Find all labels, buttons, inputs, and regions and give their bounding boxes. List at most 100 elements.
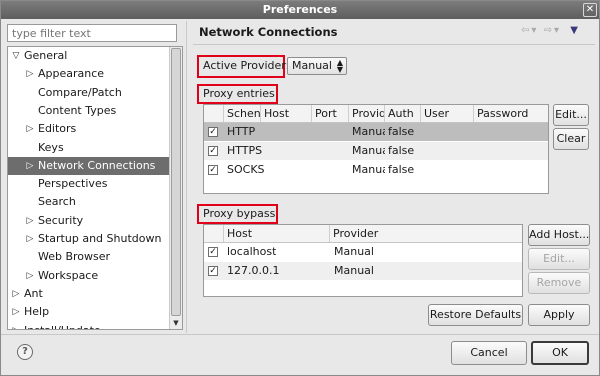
column-header[interactable]: Auth <box>385 105 421 122</box>
column-header[interactable]: Host <box>224 225 330 242</box>
cell-provider: Manua <box>352 163 385 176</box>
cell-auth: false <box>388 163 415 176</box>
collapse-arrow-icon[interactable]: ▷ <box>25 230 35 248</box>
row-checkbox[interactable]: ✓ <box>208 266 218 276</box>
row-checkbox[interactable]: ✓ <box>208 165 218 175</box>
expand-arrow-icon[interactable]: ▽ <box>11 47 21 65</box>
tree-item[interactable]: ▷ Workspace <box>8 267 170 285</box>
tree-item[interactable]: Perspectives <box>8 175 170 193</box>
cancel-button[interactable]: Cancel <box>451 341 527 365</box>
tree-item[interactable]: Content Types <box>8 102 170 120</box>
tree-item[interactable]: ▷ Ant <box>8 285 170 303</box>
preferences-window: Preferences ✕ ▽General▷AppearanceCompare… <box>0 0 600 376</box>
preference-tree[interactable]: ▽ General ▷ Appearance Compare/Patch Content … <box>7 46 183 330</box>
filter-input[interactable] <box>7 24 177 42</box>
column-header[interactable]: Schen <box>224 105 261 122</box>
column-header-check[interactable] <box>204 225 224 242</box>
tree-item[interactable]: Compare/Patch <box>8 84 170 102</box>
table-header: Schen Host Port Provid Auth User Passwor… <box>204 105 548 123</box>
column-header-check[interactable] <box>204 105 224 122</box>
tree-item[interactable]: Keys <box>8 139 170 157</box>
title-separator <box>193 44 595 45</box>
tree-item[interactable]: Search <box>8 193 170 211</box>
edit-entry-button[interactable]: Edit... <box>553 104 589 126</box>
collapse-arrow-icon[interactable]: ▷ <box>25 120 35 138</box>
column-header[interactable]: Provid <box>349 105 385 122</box>
title-bar: Preferences ✕ <box>1 1 599 19</box>
cell-host: localhost <box>227 245 277 258</box>
ok-button[interactable]: OK <box>531 341 589 365</box>
collapse-arrow-icon[interactable]: ▷ <box>25 267 35 285</box>
proxy-bypass-label: Proxy bypass <box>203 207 276 220</box>
column-header[interactable]: User <box>421 105 474 122</box>
collapse-arrow-icon[interactable]: ▷ <box>25 212 35 230</box>
forward-arrow-icon[interactable]: ⇨▾ <box>544 25 561 36</box>
cell-host: 127.0.0.1 <box>227 264 280 277</box>
active-provider-label: Active Provider: <box>203 59 290 72</box>
collapse-arrow-icon[interactable]: ▷ <box>25 65 35 83</box>
table-row[interactable]: ✓ HTTPS Manuafalse <box>204 142 548 160</box>
row-checkbox[interactable]: ✓ <box>208 146 218 156</box>
tree-item-label: Security <box>38 213 84 227</box>
close-icon[interactable]: ✕ <box>583 3 597 17</box>
collapse-arrow-icon[interactable]: ▷ <box>25 157 35 175</box>
tree-item-label: Editors <box>38 122 77 136</box>
tree-item-label: Compare/Patch <box>38 85 122 99</box>
spinner-icon: ▲ ▼ <box>336 58 343 74</box>
cell-auth: false <box>388 144 415 157</box>
tree-item-label: Search <box>38 195 76 209</box>
scrollbar-thumb[interactable] <box>171 48 181 316</box>
cell-provider: Manua <box>352 125 385 138</box>
column-header[interactable]: Port <box>312 105 349 122</box>
tree-item-label: Help <box>24 305 50 319</box>
tree-item[interactable]: ▷ Appearance <box>8 65 170 83</box>
proxy-bypass-table[interactable]: Host Provider ✓ localhost Manual ✓ 127.0.0.1… <box>203 224 523 297</box>
tree-item-label: Content Types <box>38 103 117 117</box>
row-checkbox[interactable]: ✓ <box>208 127 218 137</box>
cell-provider: Manual <box>334 245 374 258</box>
column-header[interactable]: Password <box>474 105 548 122</box>
page-title: Network Connections <box>199 25 338 39</box>
collapse-arrow-icon[interactable]: ▷ <box>11 322 21 330</box>
tree-item[interactable]: ▷ Network Connections <box>8 156 170 175</box>
table-row[interactable]: ✓ SOCKS Manuafalse <box>204 161 548 179</box>
active-provider-value: Manual <box>292 59 332 72</box>
column-header[interactable]: Host <box>261 105 312 122</box>
tree-item[interactable]: ▷ Security <box>8 212 170 230</box>
tree-item-label: Network Connections <box>38 158 156 172</box>
add-host-button[interactable]: Add Host... <box>528 224 590 246</box>
window-title: Preferences <box>262 3 338 16</box>
view-menu-icon[interactable]: ▼ <box>570 25 580 36</box>
collapse-arrow-icon[interactable]: ▷ <box>11 303 21 321</box>
remove-host-button[interactable]: Remove <box>528 272 590 294</box>
help-icon[interactable]: ? <box>17 344 33 360</box>
tree-item[interactable]: Web Browser <box>8 248 170 266</box>
row-checkbox[interactable]: ✓ <box>208 247 218 257</box>
clear-entry-button[interactable]: Clear <box>553 128 589 150</box>
tree-item-label: Perspectives <box>38 177 108 191</box>
table-row[interactable]: ✓ localhost Manual <box>204 243 522 261</box>
tree-item[interactable]: ▽ General <box>8 47 170 65</box>
apply-button[interactable]: Apply <box>528 304 590 326</box>
tree-item[interactable]: ▷ Help <box>8 303 170 321</box>
scroll-down-icon[interactable]: ▼ <box>171 318 181 328</box>
column-header[interactable]: Provider <box>330 225 522 242</box>
tree-item-label: Appearance <box>38 67 105 81</box>
tree-item-label: Workspace <box>38 268 99 282</box>
tree-item[interactable]: ▷ Startup and Shutdown <box>8 230 170 248</box>
proxy-entries-table[interactable]: Schen Host Port Provid Auth User Passwor… <box>203 104 549 194</box>
proxy-entries-label: Proxy entries <box>203 87 275 100</box>
panel-divider[interactable] <box>186 21 189 333</box>
tree-item[interactable]: ▷ Editors <box>8 120 170 138</box>
page-navigation: ⇦▾ ⇨▾ ▼ <box>521 25 580 36</box>
edit-host-button[interactable]: Edit... <box>528 248 590 270</box>
active-provider-combo[interactable]: Manual ▲ ▼ <box>287 57 347 75</box>
table-row[interactable]: ✓ 127.0.0.1 Manual <box>204 262 522 280</box>
tree-scrollbar[interactable]: ▼ <box>169 47 182 329</box>
back-arrow-icon[interactable]: ⇦▾ <box>521 25 538 36</box>
restore-defaults-button[interactable]: Restore Defaults <box>428 304 523 326</box>
table-row[interactable]: ✓ HTTP Manuafalse <box>204 123 548 141</box>
collapse-arrow-icon[interactable]: ▷ <box>11 285 21 303</box>
tree-item[interactable]: ▷Install/Update <box>8 322 170 330</box>
table-header: Host Provider <box>204 225 522 243</box>
